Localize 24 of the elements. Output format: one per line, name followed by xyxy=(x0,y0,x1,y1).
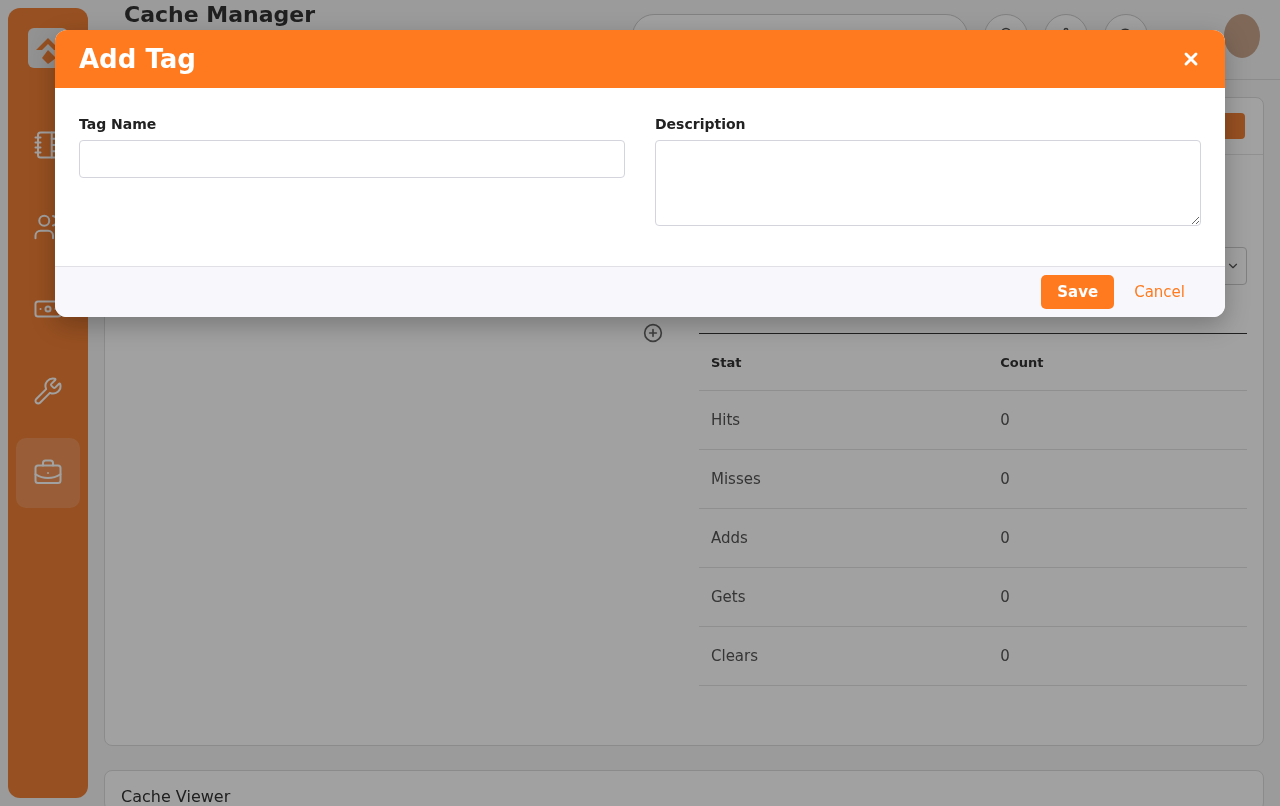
page-title: Cache Manager xyxy=(124,2,317,28)
wrench-icon xyxy=(33,376,63,406)
field-label: Tag Name xyxy=(79,116,158,132)
avatar[interactable] xyxy=(1224,14,1260,58)
table-cell: Adds xyxy=(699,508,989,568)
card-title: Cache Viewer xyxy=(120,786,232,806)
table-cell: 0 xyxy=(988,449,1247,509)
column-header: Stat xyxy=(699,333,989,391)
description-field[interactable] xyxy=(655,140,1201,226)
column-header: Count xyxy=(988,333,1247,391)
table-cell: 0 xyxy=(988,567,1247,627)
table-cell: Hits xyxy=(699,390,989,450)
table-cell: 0 xyxy=(988,390,1247,450)
add-icon[interactable] xyxy=(643,323,663,343)
input-field[interactable] xyxy=(79,140,625,178)
table-cell: 0 xyxy=(988,626,1247,686)
cancel-link[interactable]: Cancel xyxy=(1134,283,1185,301)
table-cell: Misses xyxy=(699,449,989,509)
modal-title: Add Tag xyxy=(79,44,196,74)
table-cell: 0 xyxy=(988,508,1247,568)
field-label: Description xyxy=(655,116,747,132)
table-cell: Clears xyxy=(699,626,989,686)
table-cell: Gets xyxy=(699,567,989,627)
save-button[interactable]: Save xyxy=(1041,275,1115,309)
